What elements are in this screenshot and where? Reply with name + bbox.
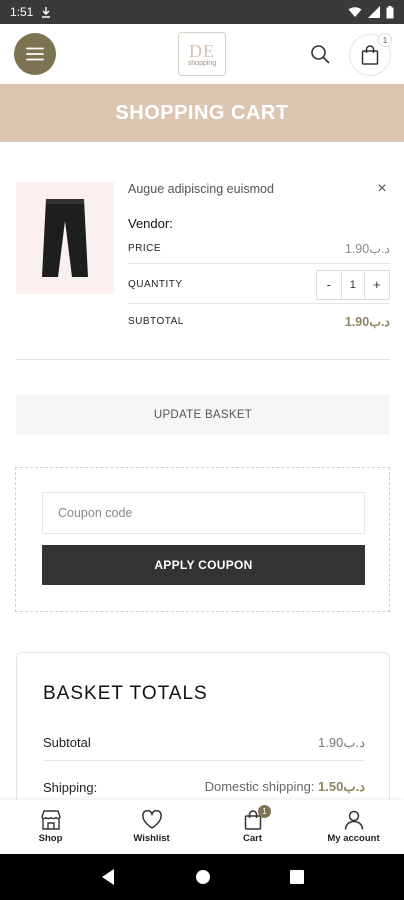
shopping-bag-icon (361, 45, 379, 65)
quantity-increase-button[interactable]: + (365, 271, 389, 299)
nav-cart-label: Cart (242, 833, 262, 844)
recents-icon[interactable] (290, 870, 305, 884)
quantity-stepper: - 1 + (316, 269, 390, 300)
nav-shop[interactable]: Shop (0, 800, 101, 854)
app-header: DE shopping 1 (0, 24, 404, 84)
signal-icon (368, 6, 380, 18)
logo-subtext: shopping (187, 59, 217, 67)
home-icon[interactable] (195, 869, 211, 885)
totals-subtotal-label: Subtotal (43, 735, 91, 750)
coupon-section: Coupon code APPLY COUPON (15, 467, 390, 612)
wifi-icon (348, 7, 362, 17)
page-banner: SHOPPING CART (0, 84, 404, 142)
shipping-label: Shipping: (43, 779, 98, 795)
shipping-value: Domestic shipping: 1.50د.ب (205, 779, 365, 795)
logo-mark: DE (189, 40, 215, 61)
cart-item: Augue adipiscing euismod × Vendor: PRICE… (16, 180, 390, 342)
nav-cart-badge: 1 (258, 805, 271, 818)
shipping-amount: 1.50د.ب (318, 779, 365, 794)
subtotal-value: 1.90د.ب (344, 314, 390, 329)
price-row: PRICE 1.90د.ب (128, 234, 390, 264)
status-time: 1:51 (10, 5, 34, 19)
nav-my-account-label: My account (327, 833, 380, 844)
nav-cart[interactable]: 1 Cart (202, 800, 303, 854)
heart-icon (141, 810, 162, 829)
back-icon[interactable] (100, 868, 116, 886)
download-icon (42, 7, 51, 18)
hamburger-icon (26, 47, 44, 61)
nav-wishlist-label: Wishlist (133, 833, 170, 844)
system-navigation-bar (0, 854, 404, 900)
basket-totals-title: BASKET TOTALS (43, 683, 208, 704)
coupon-code-input[interactable]: Coupon code (42, 492, 365, 534)
product-thumbnail[interactable] (16, 182, 114, 294)
totals-shipping-row: Shipping: Domestic shipping: 1.50د.ب (43, 775, 365, 799)
bottom-navigation: Shop Wishlist 1 Cart My account (0, 800, 404, 854)
apply-coupon-button[interactable]: APPLY COUPON (42, 545, 365, 585)
menu-button[interactable] (14, 33, 56, 75)
nav-wishlist[interactable]: Wishlist (101, 800, 202, 854)
subtotal-row: SUBTOTAL 1.90د.ب (128, 306, 390, 336)
totals-subtotal-value: 1.90د.ب (318, 734, 365, 750)
quantity-input[interactable]: 1 (341, 270, 365, 299)
shipping-method: Domestic shipping: (204, 779, 315, 794)
update-basket-button[interactable]: UPDATE BASKET (16, 395, 390, 435)
totals-subtotal-row: Subtotal 1.90د.ب (43, 725, 365, 761)
remove-item-button[interactable]: × (374, 180, 390, 198)
page-title: SHOPPING CART (115, 101, 289, 124)
battery-icon (386, 5, 394, 18)
quantity-label: QUANTITY (128, 279, 183, 290)
product-name[interactable]: Augue adipiscing euismod (128, 182, 274, 196)
header-cart-button[interactable]: 1 (349, 33, 392, 76)
status-bar: 1:51 (0, 0, 404, 24)
price-value: 1.90د.ب (344, 242, 390, 256)
store-logo[interactable]: DE shopping (178, 32, 226, 76)
price-label: PRICE (128, 243, 162, 254)
nav-my-account[interactable]: My account (303, 800, 404, 854)
header-cart-badge: 1 (378, 33, 392, 47)
quantity-row: QUANTITY - 1 + (128, 266, 390, 304)
nav-shop-label: Shop (38, 833, 63, 844)
search-icon (311, 45, 330, 64)
vendor-label: Vendor: (128, 216, 173, 231)
store-icon (40, 810, 61, 830)
search-button[interactable] (306, 40, 334, 68)
divider (16, 359, 390, 360)
pants-image (42, 199, 88, 277)
quantity-decrease-button[interactable]: - (317, 271, 341, 299)
subtotal-label: SUBTOTAL (128, 315, 184, 327)
user-icon (344, 810, 363, 830)
